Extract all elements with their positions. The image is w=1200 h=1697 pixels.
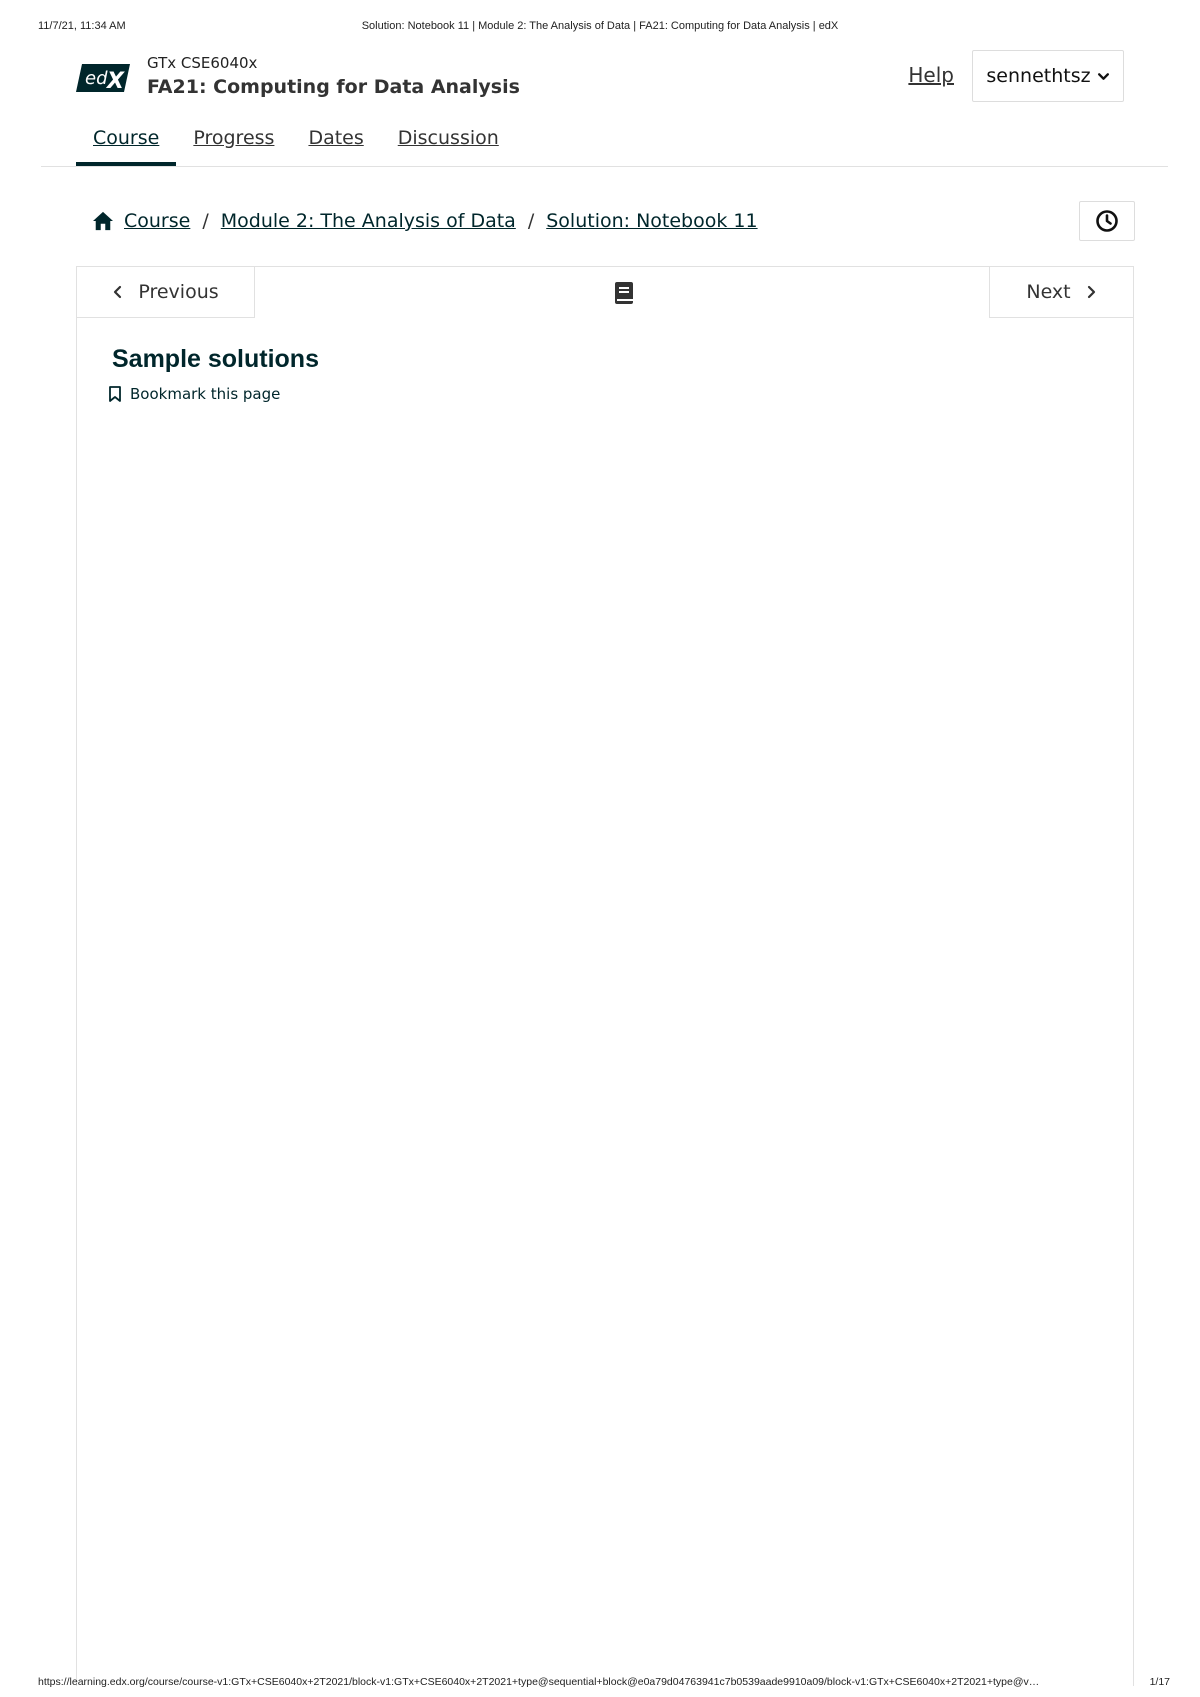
tab-discussion[interactable]: Discussion bbox=[381, 118, 516, 166]
breadcrumb: Course / Module 2: The Analysis of Data … bbox=[92, 210, 758, 232]
tab-progress[interactable]: Progress bbox=[176, 118, 291, 166]
breadcrumb-course[interactable]: Course bbox=[124, 210, 190, 232]
logo-ed-text: ed bbox=[85, 68, 108, 89]
print-page-number: 1/17 bbox=[1149, 1676, 1170, 1688]
bookmark-label: Bookmark this page bbox=[130, 385, 281, 403]
logo-x-text: X bbox=[105, 69, 125, 94]
bookmark-icon bbox=[109, 386, 121, 402]
print-url: https://learning.edx.org/course/course-v… bbox=[38, 1676, 1040, 1688]
tabs-divider bbox=[41, 166, 1168, 167]
history-icon bbox=[1096, 210, 1118, 232]
sequence-navigation: Previous Next bbox=[77, 267, 1133, 318]
course-tabs: Course Progress Dates Discussion bbox=[76, 118, 516, 166]
breadcrumb-separator: / bbox=[202, 210, 209, 232]
home-icon[interactable] bbox=[92, 211, 114, 231]
edx-logo[interactable]: ed X bbox=[76, 62, 130, 94]
print-page-title: Solution: Notebook 11 | Module 2: The An… bbox=[361, 20, 839, 32]
print-footer: https://learning.edx.org/course/course-v… bbox=[38, 1676, 1170, 1690]
help-link[interactable]: Help bbox=[908, 63, 954, 87]
tab-course[interactable]: Course bbox=[76, 118, 177, 166]
chevron-down-icon bbox=[1097, 72, 1109, 80]
chevron-left-icon bbox=[114, 285, 122, 299]
unit-content-frame: Previous Next Sample solutions Bookmark … bbox=[76, 266, 1134, 1686]
page-title: Sample solutions bbox=[112, 345, 319, 373]
history-button[interactable] bbox=[1079, 201, 1135, 241]
course-org: GTx CSE6040x bbox=[147, 54, 258, 72]
next-button[interactable]: Next bbox=[989, 267, 1133, 318]
previous-label: Previous bbox=[138, 281, 219, 303]
breadcrumb-module[interactable]: Module 2: The Analysis of Data bbox=[221, 210, 516, 232]
breadcrumb-separator: / bbox=[527, 210, 535, 232]
breadcrumb-current-page[interactable]: Solution: Notebook 11 bbox=[546, 210, 757, 232]
tab-dates[interactable]: Dates bbox=[291, 118, 380, 166]
next-label: Next bbox=[1026, 281, 1071, 303]
bookmark-button[interactable]: Bookmark this page bbox=[108, 385, 280, 403]
print-header: 11/7/21, 11:34 AM Solution: Notebook 11 … bbox=[38, 20, 1162, 36]
course-title: FA21: Computing for Data Analysis bbox=[147, 76, 520, 98]
chevron-right-icon bbox=[1087, 285, 1095, 299]
user-menu-button[interactable]: sennethtsz bbox=[972, 50, 1124, 102]
site-header: ed X GTx CSE6040x FA21: Computing for Da… bbox=[76, 48, 1124, 108]
username: sennethtsz bbox=[986, 65, 1091, 87]
previous-button[interactable]: Previous bbox=[77, 267, 255, 318]
book-icon[interactable] bbox=[614, 281, 634, 305]
